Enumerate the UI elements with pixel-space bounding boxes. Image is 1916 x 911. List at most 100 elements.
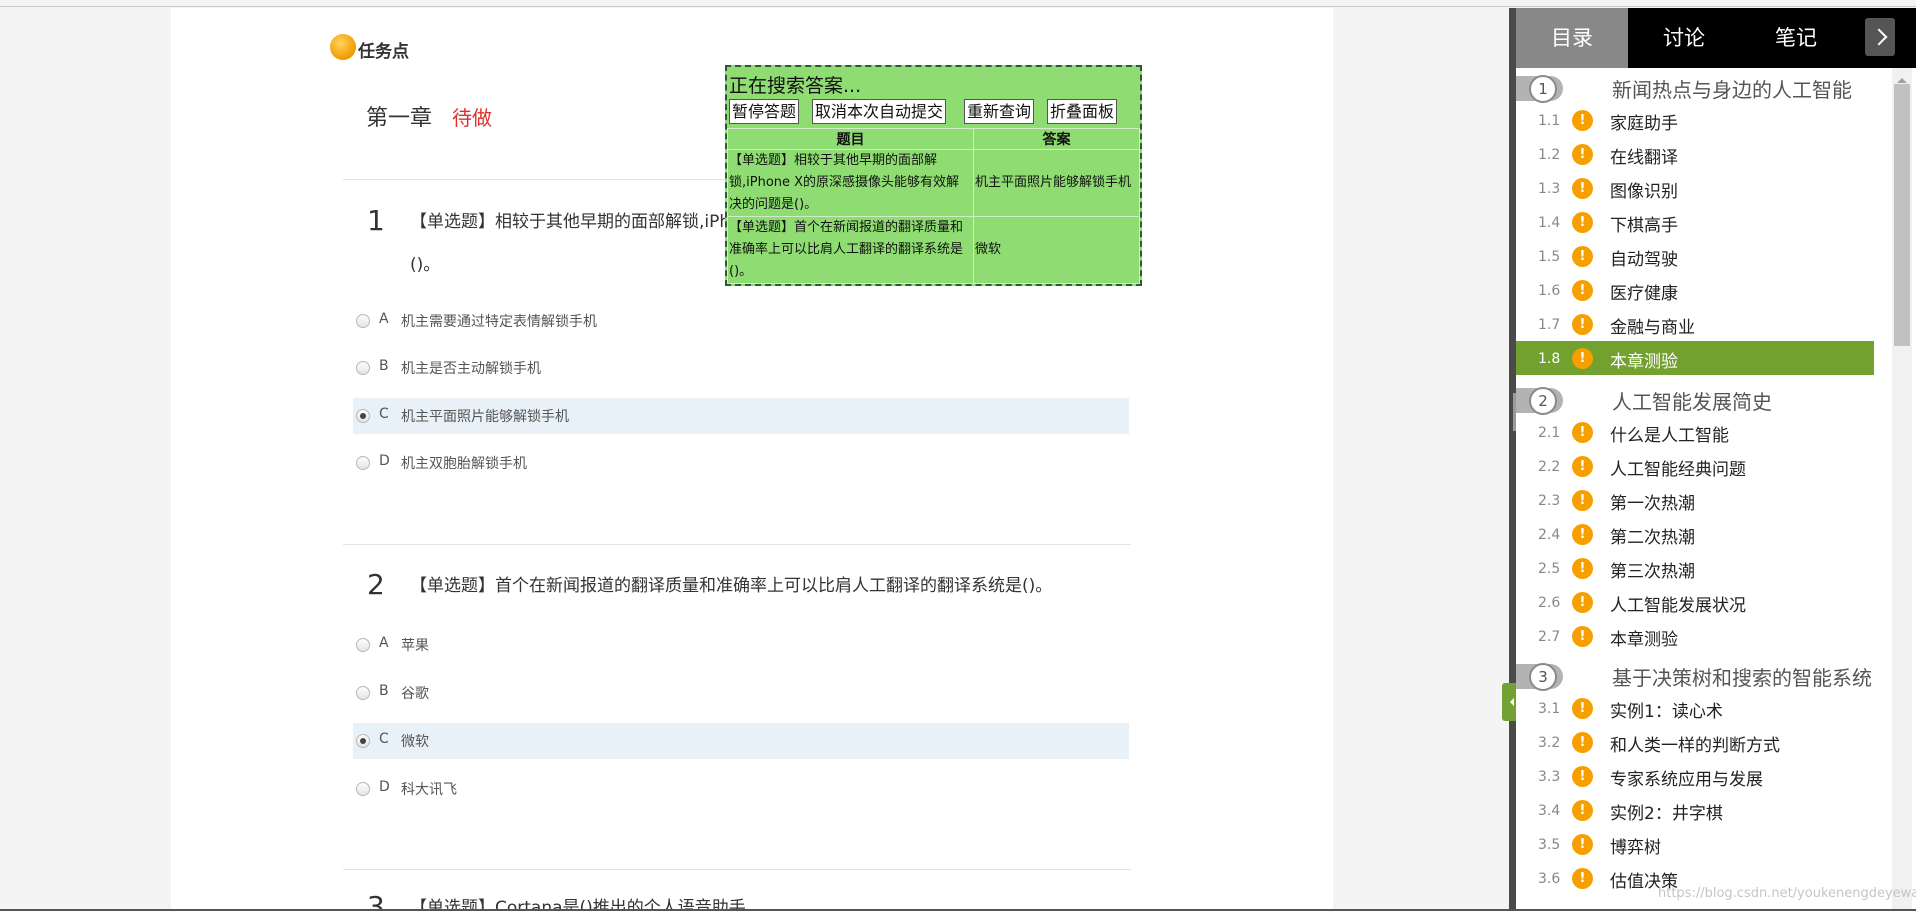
collapse-sidebar-toggle[interactable] [1502,683,1516,721]
option-text: 微软 [401,734,429,750]
option-letter: C [379,731,389,747]
task-badge-icon: ! [1572,868,1593,889]
item-number: 2.3 [1538,493,1561,509]
sidebar-item-2-5[interactable]: 2.5 ! 第三次热潮 [1516,551,1874,585]
scroll-up-icon[interactable] [1897,73,1907,83]
item-number: 2.5 [1538,561,1561,577]
tab-discussion[interactable]: 讨论 [1628,8,1740,68]
search-status: 正在搜索答案... [729,75,862,97]
sidebar-item-2-4[interactable]: 2.4 ! 第二次热潮 [1516,517,1874,551]
tab-catalog[interactable]: 目录 [1516,8,1628,68]
radio-button[interactable] [356,314,370,328]
sidebar-item-2-2[interactable]: 2.2 ! 人工智能经典问题 [1516,449,1874,483]
item-number: 3.6 [1538,871,1561,887]
tab-notes[interactable]: 笔记 [1740,8,1852,68]
item-title: 博弈树 [1610,838,1661,858]
option-text: 谷歌 [401,686,429,702]
column-header-answer: 答案 [973,128,1140,150]
option-text: 机主双胞胎解锁手机 [401,456,527,472]
item-title: 人工智能经典问题 [1610,460,1746,480]
sidebar-item-3-5[interactable]: 3.5 ! 博弈树 [1516,827,1874,861]
item-number: 3.4 [1538,803,1561,819]
task-badge-icon: ! [1572,212,1593,233]
sidebar-item-1-2[interactable]: 1.2 ! 在线翻译 [1516,137,1874,171]
task-badge-icon: ! [1572,456,1593,477]
option-d[interactable]: D 机主双胞胎解锁手机 [353,445,1129,481]
task-badge-icon: ! [1572,348,1593,369]
sidebar-item-1-7[interactable]: 1.7 ! 金融与商业 [1516,307,1874,341]
table-header-row: 题目 答案 [727,128,1140,150]
divider [343,544,1131,545]
sidebar-item-2-1[interactable]: 2.1 ! 什么是人工智能 [1516,415,1874,449]
item-title: 人工智能发展状况 [1610,596,1746,616]
option-c[interactable]: C 微软 [353,723,1129,759]
sidebar-item-1-1[interactable]: 1.1 ! 家庭助手 [1516,103,1874,137]
radio-button[interactable] [356,638,370,652]
option-b[interactable]: B 机主是否主动解锁手机 [353,350,1129,386]
item-number: 3.2 [1538,735,1561,751]
radio-button-selected[interactable] [356,734,370,748]
sidebar-item-2-6[interactable]: 2.6 ! 人工智能发展状况 [1516,585,1874,619]
radio-button[interactable] [356,782,370,796]
pause-answering-button[interactable]: 暂停答题 [729,99,800,124]
task-badge-icon: ! [1572,110,1593,131]
sidebar-item-3-1[interactable]: 3.1 ! 实例1：读心术 [1516,691,1874,725]
option-letter: D [379,779,390,795]
item-title: 第二次热潮 [1610,528,1695,548]
section-title: 新闻热点与身边的人工智能 [1612,78,1852,102]
requery-button[interactable]: 重新查询 [964,99,1035,124]
item-number: 1.7 [1538,317,1561,333]
option-a[interactable]: A 机主需要通过特定表情解锁手机 [353,303,1129,339]
option-d[interactable]: D 科大讯飞 [353,771,1129,807]
question-number: 1 [367,204,385,237]
row-question: 【单选题】相较于其他早期的面部解锁,iPhone X的原深感摄像头能够有效解决的… [727,149,974,217]
collapse-panel-button[interactable]: 折叠面板 [1047,99,1118,124]
option-a[interactable]: A 苹果 [353,627,1129,663]
item-title: 在线翻译 [1610,148,1678,168]
task-badge-icon: ! [1572,144,1593,165]
task-badge-icon: ! [1572,178,1593,199]
item-number: 1.8 [1538,351,1561,367]
item-number: 2.7 [1538,629,1561,645]
sidebar-scrollbar[interactable] [1892,68,1912,911]
sidebar-item-1-5[interactable]: 1.5 ! 自动驾驶 [1516,239,1874,273]
section-3[interactable]: 3 基于决策树和搜索的智能系统 [1516,657,1874,691]
option-letter: A [379,311,389,327]
panel-splitter[interactable] [1509,8,1516,911]
option-text: 科大讯飞 [401,782,457,798]
radio-button[interactable] [356,361,370,375]
item-title: 第一次热潮 [1610,494,1695,514]
section-1[interactable]: 1 新闻热点与身边的人工智能 [1516,69,1874,103]
item-title: 什么是人工智能 [1610,426,1729,446]
section-2[interactable]: 2 人工智能发展简史 [1516,381,1874,415]
option-letter: D [379,453,390,469]
sidebar-item-3-4[interactable]: 3.4 ! 实例2：井字棋 [1516,793,1874,827]
task-point-title: 任务点 [358,42,409,62]
question-text-cont: ()。 [410,255,441,275]
sidebar-item-3-3[interactable]: 3.3 ! 专家系统应用与发展 [1516,759,1874,793]
sidebar-item-3-2[interactable]: 3.2 ! 和人类一样的判断方式 [1516,725,1874,759]
task-badge-icon: ! [1572,280,1593,301]
task-badge-icon: ! [1572,422,1593,443]
radio-button-selected[interactable] [356,409,370,423]
sidebar-item-1-4[interactable]: 1.4 ! 下棋高手 [1516,205,1874,239]
radio-button[interactable] [356,686,370,700]
sidebar-tabs: 目录 讨论 笔记 [1516,8,1916,68]
cancel-auto-submit-button[interactable]: 取消本次自动提交 [812,99,947,124]
item-number: 2.2 [1538,459,1561,475]
option-c[interactable]: C 机主平面照片能够解锁手机 [353,398,1129,434]
option-b[interactable]: B 谷歌 [353,675,1129,711]
task-badge-icon: ! [1572,592,1593,613]
item-number: 1.2 [1538,147,1561,163]
sidebar-item-1-6[interactable]: 1.6 ! 医疗健康 [1516,273,1874,307]
scrollbar-thumb[interactable] [1894,84,1910,346]
item-number: 2.6 [1538,595,1561,611]
chevron-right-icon[interactable] [1865,18,1895,56]
item-title: 医疗健康 [1610,284,1678,304]
radio-button[interactable] [356,456,370,470]
sidebar-item-2-7[interactable]: 2.7 ! 本章测验 [1516,619,1874,653]
sidebar-item-1-3[interactable]: 1.3 ! 图像识别 [1516,171,1874,205]
task-badge-icon: ! [1572,834,1593,855]
sidebar-item-1-8[interactable]: 1.8 ! 本章测验 [1516,341,1874,375]
sidebar-item-2-3[interactable]: 2.3 ! 第一次热潮 [1516,483,1874,517]
